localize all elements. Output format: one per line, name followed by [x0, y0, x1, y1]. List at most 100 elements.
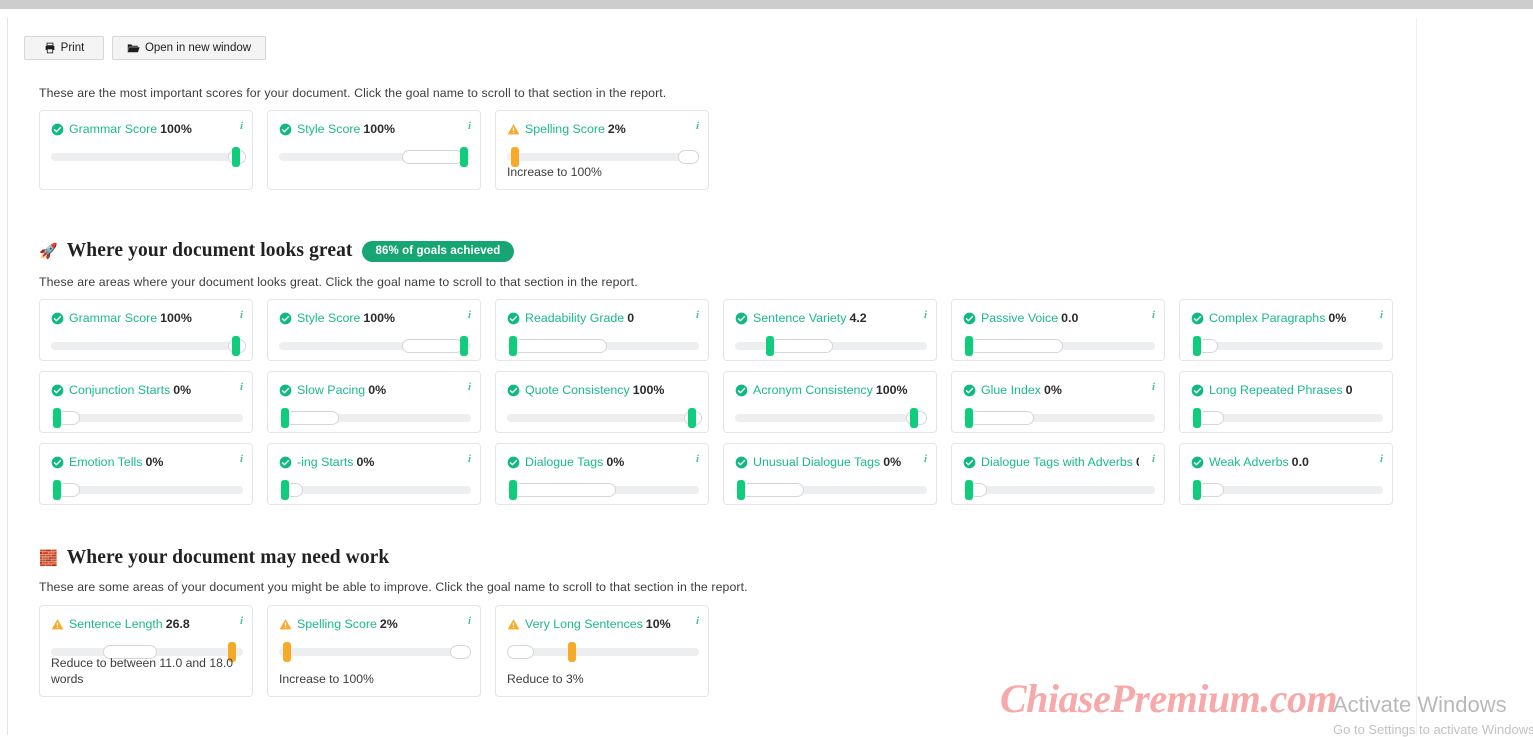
goal-gauge[interactable]: [963, 408, 1155, 429]
goal-gauge[interactable]: [1191, 336, 1383, 357]
info-icon[interactable]: i: [924, 310, 927, 321]
info-icon[interactable]: i: [240, 454, 243, 465]
goal-card[interactable]: Emotion Tells 0% i: [39, 443, 253, 505]
goal-gauge[interactable]: [1191, 408, 1383, 429]
goal-gauge[interactable]: [735, 336, 927, 357]
goal-gauge[interactable]: [279, 480, 471, 501]
goal-label: Glue Index 0%: [981, 383, 1062, 397]
goal-name-link[interactable]: Long Repeated Phrases: [1209, 383, 1343, 397]
info-icon[interactable]: i: [1152, 454, 1155, 465]
info-icon[interactable]: i: [1380, 310, 1383, 321]
goal-card[interactable]: Complex Paragraphs 0% i: [1179, 299, 1393, 361]
goal-name-link[interactable]: Unusual Dialogue Tags: [753, 455, 880, 469]
goal-gauge[interactable]: [51, 408, 243, 429]
goal-card[interactable]: Unusual Dialogue Tags 0% i: [723, 443, 937, 505]
goal-card[interactable]: Dialogue Tags 0% i: [495, 443, 709, 505]
info-icon[interactable]: i: [924, 454, 927, 465]
warning-triangle-icon: [51, 618, 64, 631]
goal-gauge[interactable]: [1191, 480, 1383, 501]
goal-card[interactable]: Grammar Score 100% i: [39, 299, 253, 361]
goal-name-link[interactable]: -ing Starts: [297, 455, 353, 469]
goal-name-link[interactable]: Very Long Sentences: [525, 617, 643, 631]
goal-gauge[interactable]: [735, 408, 927, 429]
info-icon[interactable]: i: [696, 616, 699, 627]
goal-name-link[interactable]: Slow Pacing: [297, 383, 365, 397]
goal-gauge[interactable]: [279, 408, 471, 429]
goal-card[interactable]: Sentence Variety 4.2 i: [723, 299, 937, 361]
goal-name-link[interactable]: Weak Adverbs: [1209, 455, 1289, 469]
info-icon[interactable]: i: [468, 454, 471, 465]
goal-card[interactable]: Spelling Score 2% i Increase to 100%: [495, 110, 709, 190]
goal-card[interactable]: Acronym Consistency 100%: [723, 371, 937, 433]
goal-name-link[interactable]: Dialogue Tags with Adverbs: [981, 455, 1133, 469]
goal-name-link[interactable]: Style Score: [297, 122, 360, 136]
info-icon[interactable]: i: [468, 382, 471, 393]
goal-gauge[interactable]: [507, 336, 699, 357]
goal-name-link[interactable]: Acronym Consistency: [753, 383, 873, 397]
goal-name-link[interactable]: Glue Index: [981, 383, 1041, 397]
goal-card[interactable]: Glue Index 0% i: [951, 371, 1165, 433]
goal-gauge[interactable]: [51, 336, 246, 357]
goal-value: 100%: [160, 311, 192, 325]
goal-gauge[interactable]: [51, 480, 243, 501]
goal-gauge[interactable]: [507, 642, 699, 663]
goal-card[interactable]: Quote Consistency 100%: [495, 371, 709, 433]
info-icon[interactable]: i: [468, 310, 471, 321]
goal-gauge[interactable]: [51, 147, 246, 168]
goal-name-link[interactable]: Sentence Variety: [753, 311, 846, 325]
goal-name-link[interactable]: Style Score: [297, 311, 360, 325]
goal-card[interactable]: Style Score 100% i: [267, 299, 481, 361]
goal-card[interactable]: Passive Voice 0.0 i: [951, 299, 1165, 361]
goal-gauge[interactable]: [279, 642, 471, 663]
info-icon[interactable]: i: [696, 310, 699, 321]
info-icon[interactable]: i: [696, 454, 699, 465]
goal-card[interactable]: Grammar Score 100% i: [39, 110, 253, 190]
print-button[interactable]: Print: [24, 36, 104, 60]
goal-card[interactable]: -ing Starts 0% i: [267, 443, 481, 505]
info-icon[interactable]: i: [1380, 454, 1383, 465]
info-icon[interactable]: i: [240, 121, 243, 132]
info-icon[interactable]: i: [1152, 382, 1155, 393]
goal-name-link[interactable]: Grammar Score: [69, 122, 157, 136]
goal-gauge[interactable]: [507, 480, 699, 501]
gauge-marker: [508, 480, 517, 501]
goal-advice: Increase to 100%: [279, 671, 374, 686]
info-icon[interactable]: i: [1152, 310, 1155, 321]
goal-gauge[interactable]: [963, 480, 1155, 501]
goal-name-link[interactable]: Emotion Tells: [69, 455, 142, 469]
goal-gauge[interactable]: [735, 480, 927, 501]
goal-name-link[interactable]: Grammar Score: [69, 311, 157, 325]
goal-name-link[interactable]: Quote Consistency: [525, 383, 630, 397]
goal-name-link[interactable]: Complex Paragraphs: [1209, 311, 1325, 325]
goal-name-link[interactable]: Spelling Score: [525, 122, 605, 136]
goal-name-link[interactable]: Conjunction Starts: [69, 383, 170, 397]
goal-card[interactable]: Very Long Sentences 10% i Reduce to 3%: [495, 605, 709, 697]
goal-card[interactable]: Spelling Score 2% i Increase to 100%: [267, 605, 481, 697]
goal-card[interactable]: Readability Grade 0 i: [495, 299, 709, 361]
goal-gauge[interactable]: [279, 147, 471, 168]
goal-name-link[interactable]: Dialogue Tags: [525, 455, 603, 469]
goal-card[interactable]: Long Repeated Phrases 0: [1179, 371, 1393, 433]
goal-card[interactable]: Conjunction Starts 0% i: [39, 371, 253, 433]
info-icon[interactable]: i: [468, 616, 471, 627]
info-icon[interactable]: i: [240, 310, 243, 321]
info-icon[interactable]: i: [240, 616, 243, 627]
goal-name-link[interactable]: Spelling Score: [297, 617, 377, 631]
open-in-new-window-button[interactable]: Open in new window: [112, 36, 266, 60]
goal-name-link[interactable]: Passive Voice: [981, 311, 1058, 325]
goal-card[interactable]: Dialogue Tags with Adverbs0% i: [951, 443, 1165, 505]
goal-card[interactable]: Sentence Length 26.8 i Reduce to between 11…: [39, 605, 253, 697]
goal-gauge[interactable]: [963, 336, 1155, 357]
info-icon[interactable]: i: [240, 382, 243, 393]
goal-gauge[interactable]: [507, 408, 702, 429]
info-icon[interactable]: i: [696, 121, 699, 132]
info-icon[interactable]: i: [468, 121, 471, 132]
goal-gauge[interactable]: [279, 336, 471, 357]
goal-card[interactable]: Style Score 100% i: [267, 110, 481, 190]
goal-label: Style Score 100%: [297, 122, 395, 136]
goal-name-link[interactable]: Sentence Length: [69, 617, 163, 631]
goal-label: Quote Consistency 100%: [525, 383, 664, 397]
goal-card[interactable]: Slow Pacing 0% i: [267, 371, 481, 433]
goal-name-link[interactable]: Readability Grade: [525, 311, 624, 325]
goal-card[interactable]: Weak Adverbs 0.0 i: [1179, 443, 1393, 505]
